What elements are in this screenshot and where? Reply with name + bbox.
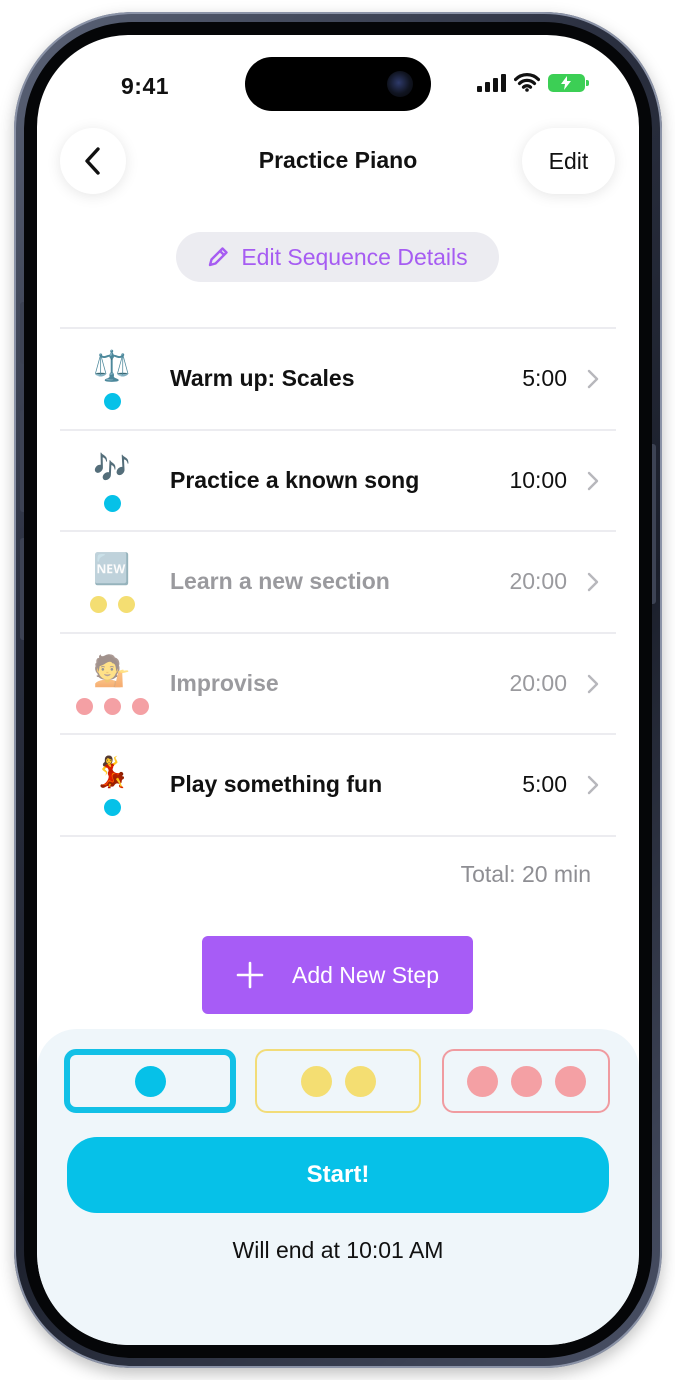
total-duration: Total: 20 min xyxy=(460,861,591,887)
level-dot xyxy=(131,697,149,715)
chevron-right-icon xyxy=(587,674,599,693)
add-new-step-label: Add New Step xyxy=(291,961,440,988)
level-dot xyxy=(103,799,121,816)
step-duration: 5:00 xyxy=(522,365,567,391)
bottom-panel: Start! Will end at 10:01 AM xyxy=(37,1029,639,1345)
step-row[interactable]: 💃 Play something fun 5:00 xyxy=(60,735,616,837)
level-dot xyxy=(300,1065,332,1097)
step-name: Play something fun xyxy=(170,771,383,797)
step-emoji-icon: 💁 xyxy=(93,654,131,688)
add-new-step-button[interactable]: Add New Step xyxy=(202,936,473,1014)
level-dot xyxy=(89,596,107,613)
step-emoji-icon: ⚖️ xyxy=(93,350,131,383)
level-dot xyxy=(103,697,121,715)
battery-charging-icon xyxy=(548,73,589,92)
step-level-dots xyxy=(60,596,164,613)
level-dot xyxy=(466,1065,498,1097)
level-dot xyxy=(134,1065,166,1097)
status-icons xyxy=(477,73,589,92)
screen: 9:41 Practice Piano Edit Edit Sequence D… xyxy=(37,35,639,1345)
cellular-signal-icon xyxy=(477,73,506,92)
start-button[interactable]: Start! xyxy=(67,1137,609,1213)
level-dot xyxy=(103,494,121,512)
level-dot xyxy=(510,1065,542,1097)
chevron-right-icon xyxy=(587,369,599,389)
level-1-selector[interactable] xyxy=(64,1049,236,1113)
step-level-dots xyxy=(60,393,164,410)
step-row[interactable]: ⚖️ Warm up: Scales 5:00 xyxy=(60,329,616,431)
level-3-selector[interactable] xyxy=(442,1049,610,1113)
chevron-right-icon xyxy=(587,775,599,795)
wifi-icon xyxy=(514,73,540,92)
plus-icon xyxy=(236,961,264,989)
step-emoji-icon: 💃 xyxy=(93,756,131,789)
end-time-text: Will end at 10:01 AM xyxy=(232,1237,444,1263)
step-name: Practice a known song xyxy=(170,466,420,493)
status-time: 9:41 xyxy=(121,73,170,99)
edit-sequence-details-button[interactable]: Edit Sequence Details xyxy=(176,232,499,282)
step-duration: 20:00 xyxy=(509,669,567,696)
step-emoji-icon: 🆕 xyxy=(93,553,131,586)
pencil-icon xyxy=(209,247,229,267)
edit-sequence-details-label: Edit Sequence Details xyxy=(241,243,468,270)
step-duration: 10:00 xyxy=(509,466,567,493)
edit-button[interactable]: Edit xyxy=(522,128,615,194)
level-dot xyxy=(117,596,135,613)
step-row[interactable]: 🆕 Learn a new section 20:00 xyxy=(60,532,616,634)
level-dot xyxy=(75,697,93,715)
dynamic-island xyxy=(245,57,431,111)
camera-icon xyxy=(387,71,413,97)
step-emoji-icon: 🎶 xyxy=(93,451,131,485)
level-dot xyxy=(103,393,121,410)
level-dot xyxy=(344,1065,376,1097)
step-level-dots xyxy=(60,799,164,816)
step-duration: 5:00 xyxy=(522,771,567,797)
step-duration: 20:00 xyxy=(509,568,567,594)
chevron-right-icon xyxy=(587,572,599,592)
step-name: Improvise xyxy=(170,669,279,696)
step-list: ⚖️ Warm up: Scales 5:00 🎶 Practice a known s… xyxy=(60,327,616,837)
step-level-dots xyxy=(60,494,164,512)
step-row[interactable]: 🎶 Practice a known song 10:00 xyxy=(60,431,616,532)
step-level-dots xyxy=(60,697,164,715)
chevron-right-icon xyxy=(587,471,599,490)
level-2-selector[interactable] xyxy=(255,1049,421,1113)
step-name: Learn a new section xyxy=(170,568,390,594)
step-name: Warm up: Scales xyxy=(170,365,355,391)
step-row[interactable]: 💁 Improvise 20:00 xyxy=(60,634,616,735)
level-dot xyxy=(554,1065,586,1097)
